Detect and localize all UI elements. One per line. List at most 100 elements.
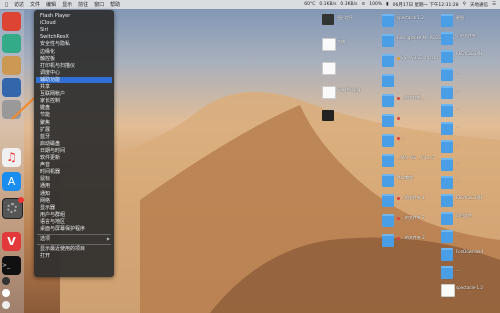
folder-icon[interactable]: [382, 174, 394, 187]
menu-item[interactable]: 家长控制: [40, 98, 60, 104]
folder-icon[interactable]: [382, 234, 394, 247]
menu-item[interactable]: 触控板: [40, 56, 55, 62]
menu-item[interactable]: 时间机器: [40, 169, 60, 175]
menu-item[interactable]: SwitchResX: [40, 34, 69, 40]
desktop:  访达 文件 编辑 显示 前往 窗口 帮助 60°C 0.1KB/s 0.3K…: [0, 0, 500, 313]
menu-item[interactable]: 通用: [40, 183, 50, 189]
menu-item[interactable]: 网络: [40, 198, 50, 204]
folder-icon[interactable]: [441, 176, 453, 189]
tag-dot-icon: [397, 216, 400, 220]
folder-icon[interactable]: [382, 114, 394, 127]
desktop-item-text: ...Mac OS ...V4.1.0: [397, 155, 434, 160]
tag-dot-icon: [397, 56, 400, 60]
app-icon[interactable]: [322, 14, 334, 25]
desktop-item-text: ...: [456, 177, 460, 182]
menu-item-show-recent[interactable]: 显示最近使用的项目: [40, 246, 85, 252]
desktop-item-text: ...: [401, 135, 405, 140]
folder-icon[interactable]: [441, 14, 453, 27]
desktop-item-label: RECYCLE BIN: [456, 195, 482, 200]
menu-item[interactable]: 节能: [40, 112, 50, 118]
desktop-item-label: RECYCLE BIN: [456, 51, 482, 56]
desktop-item-label: ...: [456, 141, 460, 146]
desktop-item-label: 屏幕快照.jpg: [337, 87, 360, 92]
tag-dot-icon: [397, 116, 400, 120]
desktop-item-label: ...的文件夹...: [397, 95, 425, 100]
folder-icon[interactable]: [441, 86, 453, 99]
folder-icon[interactable]: [441, 212, 453, 225]
desktop-item-label: ...: [456, 123, 460, 128]
folder-icon[interactable]: [382, 134, 394, 147]
menu-item[interactable]: Siri: [40, 27, 48, 33]
menu-item[interactable]: 打印机与扫描仪: [40, 63, 75, 69]
folder-icon[interactable]: [382, 214, 394, 227]
desktop-item-text: 项目文件: [456, 213, 472, 218]
file-icon[interactable]: [322, 62, 336, 75]
menu-item-open[interactable]: 打开: [40, 253, 50, 259]
menu-item[interactable]: 聚焦: [40, 120, 50, 126]
folder-icon[interactable]: [382, 34, 394, 47]
menu-item[interactable]: 通知: [40, 191, 50, 197]
desktop-item-label: VS...-v3.22 .macos: [397, 55, 438, 60]
menu-item[interactable]: 用户与群组: [40, 212, 65, 218]
folder-icon[interactable]: [441, 194, 453, 207]
file-icon[interactable]: [322, 86, 336, 99]
desktop-item-text: ...的文件夹: [456, 33, 476, 38]
menu-item[interactable]: 边缘化: [40, 49, 55, 55]
folder-icon[interactable]: [441, 104, 453, 117]
menu-item[interactable]: iCloud: [40, 20, 56, 26]
menu-item[interactable]: 鼠标: [40, 176, 50, 182]
menu-item[interactable]: 安全性与隐私: [40, 41, 70, 47]
menu-item[interactable]: 蓝牙: [40, 134, 50, 140]
folder-icon[interactable]: [382, 54, 394, 67]
desktop-item-text: Mac教程: [397, 175, 414, 180]
menu-item[interactable]: 启动磁盘: [40, 141, 60, 147]
desktop-item-label: ...: [456, 159, 460, 164]
file-icon[interactable]: [322, 38, 336, 51]
desktop-item-text: 文稿: [337, 39, 345, 44]
folder-icon[interactable]: [382, 194, 394, 207]
menu-item[interactable]: 软件更新: [40, 155, 60, 161]
menu-item[interactable]: 调度中心: [40, 70, 60, 76]
folder-icon[interactable]: [382, 94, 394, 107]
menu-item[interactable]: 扩展: [40, 127, 50, 133]
folder-icon[interactable]: [441, 68, 453, 81]
menu-item[interactable]: 日期与时间: [40, 148, 65, 154]
folder-icon[interactable]: [441, 230, 453, 243]
menu-item[interactable]: Flash Player: [40, 13, 70, 19]
file-icon[interactable]: [441, 284, 455, 297]
desktop-item-text: RECYCLE BIN: [456, 195, 482, 200]
folder-icon[interactable]: [441, 158, 453, 171]
folder-icon[interactable]: [441, 248, 453, 261]
folder-icon[interactable]: [441, 140, 453, 153]
desktop-item-label: 截图: [456, 15, 464, 20]
folder-icon[interactable]: [441, 50, 453, 63]
folder-icon[interactable]: [441, 122, 453, 135]
desktop-item-label: [397, 115, 401, 120]
desktop-item-text: spectacle-1.2: [456, 285, 483, 290]
folder-icon[interactable]: [382, 14, 394, 27]
desktop-item-label: Mac教程: [397, 175, 413, 180]
menu-item[interactable]: 声音: [40, 162, 50, 168]
folder-icon[interactable]: [441, 266, 453, 279]
desktop-item-label: spectacle-1.2: [397, 15, 424, 20]
desktop-item-text: ...: [456, 105, 460, 110]
desktop-item-label: FonDownload: [456, 249, 483, 254]
folder-icon[interactable]: [382, 154, 394, 167]
menu-item[interactable]: 显示器: [40, 205, 55, 211]
desktop-item-text: 屏幕快照.jpg: [337, 87, 361, 92]
folder-icon[interactable]: [441, 32, 453, 45]
menu-item-options[interactable]: 选项: [40, 236, 50, 242]
menu-item[interactable]: 键盘: [40, 105, 50, 111]
desktop-item-text: ...的文件夹 2: [401, 215, 425, 220]
menu-item[interactable]: 共享: [40, 84, 50, 90]
desktop-item-text: ...: [456, 69, 460, 74]
folder-icon[interactable]: [382, 74, 394, 87]
menu-item[interactable]: 桌面与屏幕保护程序: [40, 226, 85, 232]
app-icon[interactable]: [322, 110, 334, 121]
menu-item[interactable]: 互联网帐户: [40, 91, 65, 97]
menu-item[interactable]: 辅助功能: [36, 76, 112, 83]
tag-dot-icon: [397, 236, 400, 240]
menu-item[interactable]: 语言与地区: [40, 219, 65, 225]
desktop-item-label: spectacle-1.2: [456, 285, 483, 290]
desktop-item-label: ...: [456, 105, 460, 110]
